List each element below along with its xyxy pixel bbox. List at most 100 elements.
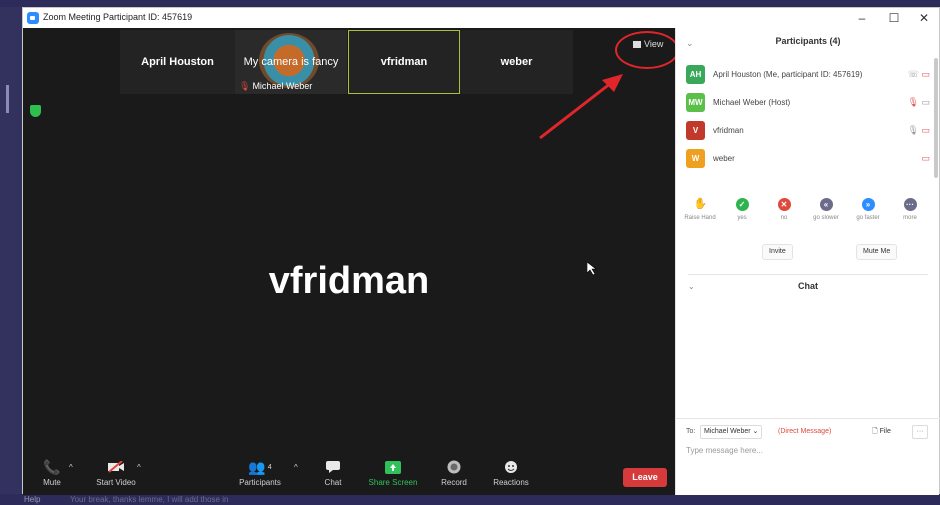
share-screen-icon [385, 456, 401, 478]
minimize-button[interactable]: – [849, 9, 875, 27]
chat-bubble-icon [326, 456, 340, 478]
leave-button[interactable]: Leave [623, 468, 667, 487]
no-button[interactable]: ✕ no [762, 198, 806, 221]
participant-status-icons: 🎙 ▭ [908, 125, 930, 136]
video-options-chevron-icon[interactable]: ^ [137, 463, 141, 472]
reaction-label: Raise Hand [684, 215, 716, 221]
avatar: V [686, 120, 705, 140]
left-strip-accent [6, 85, 9, 113]
audio-options-chevron-icon[interactable]: ^ [69, 463, 73, 472]
participants-options-chevron-icon[interactable]: ^ [294, 463, 298, 472]
chat-recipient-row: To: Michael Weber ⌄ (Direct Message) 🗋 F… [686, 425, 934, 439]
participant-row[interactable]: W weber ▭ [686, 148, 930, 168]
chat-title: Chat [798, 281, 818, 291]
participant-name: April Houston (Me, participant ID: 45761… [713, 69, 863, 79]
close-button[interactable]: ✕ [911, 9, 937, 27]
participants-title: Participants (4) [775, 36, 841, 46]
meeting-toolbar: 📞 Mute ^ Start Video ^ 👥 4 Participants ^… [23, 456, 675, 495]
zoom-app-icon [27, 12, 39, 24]
phone-icon: 📞 [43, 458, 61, 475]
yes-button[interactable]: ✓ yes [720, 198, 764, 221]
file-button[interactable]: 🗋 File [872, 427, 891, 438]
participants-count: 4 [267, 463, 272, 471]
chevron-down-icon: ⌄ [752, 428, 759, 435]
more-reactions-button[interactable]: ··· more [888, 198, 932, 221]
participants-panel: ⌄ Participants (4) AH April Houston (Me,… [675, 28, 940, 495]
reaction-label: no [780, 215, 788, 221]
video-off-icon: ▭ [921, 124, 930, 135]
participant-row[interactable]: V vfridman 🎙 ▭ [686, 120, 930, 140]
go-faster-button[interactable]: » go faster [846, 198, 890, 221]
reaction-label: yes [737, 215, 747, 221]
share-screen-button[interactable]: Share Screen [367, 456, 419, 495]
mute-button[interactable]: 📞 Mute [39, 456, 65, 495]
background-chat-text: Your break, thanks lemme, I will add tho… [70, 495, 229, 504]
to-label: To: [686, 428, 696, 435]
chat-compose-divider [676, 418, 940, 419]
chat-label: Chat [324, 478, 342, 487]
mic-icon: 🎙 [907, 124, 919, 135]
avatar: MW [686, 92, 705, 112]
avatar: W [686, 148, 705, 168]
participants-header: ⌄ Participants (4) [676, 36, 940, 52]
participants-icon: 👥 4 [248, 458, 272, 475]
mouse-cursor-icon [587, 262, 597, 276]
participants-button[interactable]: 👥 4 Participants [233, 456, 287, 495]
start-video-button[interactable]: Start Video [89, 456, 143, 495]
more-dots-icon: ··· [903, 198, 917, 211]
title-bar: Zoom Meeting Participant ID: 457619 – ☐ … [23, 8, 939, 28]
no-x-icon: ✕ [777, 198, 791, 211]
raise-hand-button[interactable]: ✋ Raise Hand [678, 198, 722, 221]
file-icon: 🗋 [872, 428, 878, 435]
mic-muted-icon: 🎙 [239, 81, 251, 91]
zoom-window: Zoom Meeting Participant ID: 457619 – ☐ … [22, 7, 940, 495]
yes-check-icon: ✓ [735, 198, 749, 211]
mute-label: Mute [43, 478, 61, 487]
participants-scrollbar[interactable] [934, 58, 938, 178]
invite-button[interactable]: Invite [762, 244, 793, 260]
reactions-smiley-icon [504, 456, 518, 478]
raise-hand-icon: ✋ [693, 198, 708, 211]
record-button[interactable]: Record [439, 456, 469, 495]
chat-button[interactable]: Chat [321, 456, 345, 495]
panel-divider [688, 274, 928, 275]
reactions-label: Reactions [493, 478, 529, 487]
go-slower-icon: « [819, 198, 833, 211]
thumbnail-name: 🎙 Michael Weber [239, 81, 312, 92]
desktop-bottom-strip: Help Your break, thanks lemme, I will ad… [0, 494, 940, 505]
participants-label: Participants [239, 478, 281, 487]
help-label[interactable]: Help [24, 495, 40, 504]
share-screen-label: Share Screen [368, 478, 418, 487]
window-title: Zoom Meeting Participant ID: 457619 [43, 12, 193, 22]
participant-row[interactable]: AH April Houston (Me, participant ID: 45… [686, 64, 930, 84]
thumbnail-name-text: Michael Weber [252, 81, 313, 91]
participant-name: vfridman [713, 125, 744, 135]
arrow-shaft [539, 81, 612, 140]
reaction-label: go slower [813, 215, 839, 221]
video-off-icon [107, 456, 125, 478]
participant-status-icons: ☏ ▭ [908, 69, 930, 80]
security-shield-icon[interactable] [30, 105, 41, 117]
start-video-label: Start Video [96, 478, 136, 487]
participant-name: weber [713, 153, 735, 163]
direct-message-label: (Direct Message) [778, 428, 832, 435]
participant-status-icons: 🎙 ▭ [908, 97, 930, 108]
go-slower-button[interactable]: « go slower [804, 198, 848, 221]
go-faster-icon: » [861, 198, 875, 211]
video-off-icon: ▭ [921, 68, 930, 79]
reactions-button[interactable]: Reactions [491, 456, 531, 495]
video-area: April Houston My camera is fancy 🎙 Michae… [23, 28, 679, 495]
chat-more-button[interactable]: ··· [912, 425, 928, 439]
nonverbal-reactions: ✋ Raise Hand ✓ yes ✕ no « go slower » go fast… [676, 198, 940, 234]
recipient-dropdown[interactable]: Michael Weber ⌄ [700, 425, 763, 439]
video-off-icon: ▭ [921, 152, 930, 163]
chat-message-input[interactable] [686, 443, 926, 457]
desktop-left-strip [0, 7, 22, 505]
participant-status-icons: ▭ [921, 153, 930, 164]
chat-header: ⌄ Chat [676, 281, 940, 295]
mute-me-button[interactable]: Mute Me [856, 244, 898, 260]
maximize-button[interactable]: ☐ [881, 9, 907, 27]
reaction-label: go faster [856, 215, 880, 221]
mic-muted-icon: 🎙 [907, 96, 919, 107]
participant-row[interactable]: MW Michael Weber (Host) 🎙 ▭ [686, 92, 930, 112]
